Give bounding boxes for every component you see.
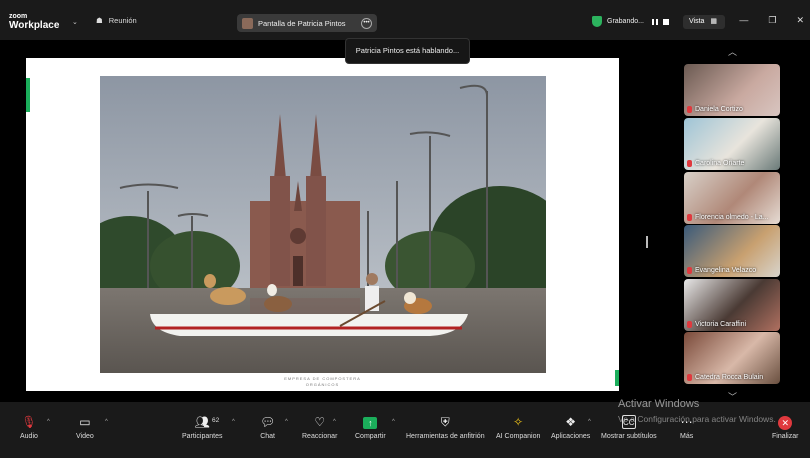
- host-tools-button[interactable]: ⛨ Herramientas de anfitrión: [406, 415, 485, 440]
- apps-label: Aplicaciones: [551, 433, 591, 440]
- video-button[interactable]: ▭ Video: [76, 415, 94, 440]
- recording-label: Grabando...: [607, 18, 644, 25]
- mic-muted-icon: [687, 106, 692, 113]
- view-label: Vista: [689, 18, 705, 25]
- brand-bottom: Workplace: [9, 20, 60, 31]
- share-options-caret[interactable]: ^: [392, 419, 395, 425]
- mic-muted-icon: 🎙︎: [21, 415, 37, 429]
- slide-accent-left: [26, 78, 30, 112]
- participant-count: 62: [212, 417, 220, 424]
- participants-label: Participantes: [182, 433, 223, 440]
- participant-name: Daniela Cortizo: [687, 106, 743, 113]
- pause-recording-icon[interactable]: [651, 18, 658, 25]
- chat-label: Chat: [260, 433, 276, 440]
- react-options-caret[interactable]: ^: [333, 419, 336, 425]
- participant-tile[interactable]: Carolina Oñarte: [684, 118, 780, 170]
- top-bar: zoom Workplace ⌄ ☗ Reunión Pantalla de P…: [0, 0, 810, 40]
- apps-options-caret[interactable]: ^: [588, 419, 591, 425]
- brand-top: zoom: [9, 13, 28, 20]
- host-tools-label: Herramientas de anfitrión: [406, 433, 485, 440]
- people-icon: ☗: [96, 16, 103, 25]
- view-button[interactable]: Vista ▦: [683, 15, 725, 29]
- chat-options-caret[interactable]: ^: [285, 419, 288, 425]
- speaking-tooltip: Patricia Pintos está hablando...: [345, 38, 470, 64]
- share-label: Compartir: [355, 433, 386, 440]
- ai-companion-button[interactable]: ✧ AI Companion: [496, 415, 540, 440]
- chat-icon: 💬︎: [260, 415, 276, 429]
- participant-name: Catedra Rocca Bulain: [687, 374, 763, 381]
- security-shield-icon[interactable]: [592, 16, 602, 27]
- restore-icon[interactable]: ❐: [768, 15, 776, 26]
- participant-name: Evangelina Velazco: [687, 267, 756, 274]
- slide-caption: EMPRESA DE COMPOSTERA ORGÁNICOS: [26, 376, 619, 388]
- participant-name: Carolina Oñarte: [687, 160, 744, 167]
- end-meeting-button[interactable]: ✕ Finalizar: [772, 415, 798, 440]
- mic-muted-icon: [687, 267, 692, 274]
- participants-options-caret[interactable]: ^: [232, 419, 235, 425]
- apps-button[interactable]: ❖ Aplicaciones: [551, 415, 590, 440]
- captions-label: Mostrar subtítulos: [601, 433, 657, 440]
- video-options-caret[interactable]: ^: [105, 419, 108, 425]
- react-label: Reaccionar: [302, 433, 338, 440]
- panel-resize-handle[interactable]: [646, 236, 648, 248]
- participant-tile[interactable]: Florencia olmedo - La...: [684, 172, 780, 224]
- more-options-icon[interactable]: •••: [361, 17, 372, 29]
- share-screen-button[interactable]: ↑ Compartir: [355, 415, 386, 440]
- flooded-cathedral-photo: [100, 76, 546, 373]
- video-label: Video: [76, 433, 94, 440]
- grid-icon: ▦: [710, 18, 718, 25]
- shared-screen: EMPRESA DE COMPOSTERA ORGÁNICOS: [0, 40, 640, 402]
- apps-icon: ❖: [565, 415, 577, 429]
- participant-name: Florencia olmedo - La...: [687, 214, 769, 221]
- video-camera-icon: ▭: [79, 415, 91, 429]
- participant-tile[interactable]: Daniela Cortizo: [684, 64, 780, 116]
- participant-tile[interactable]: Victoria Caraffini: [684, 279, 780, 331]
- participant-tile[interactable]: Evangelina Velazco: [684, 225, 780, 277]
- participant-tile[interactable]: Catedra Rocca Bulain: [684, 332, 780, 384]
- audio-button[interactable]: 🎙︎ Audio: [20, 415, 38, 440]
- presentation-slide: EMPRESA DE COMPOSTERA ORGÁNICOS: [26, 58, 619, 391]
- audio-label: Audio: [20, 433, 38, 440]
- share-label: Pantalla de Patricia Pintos: [258, 18, 346, 28]
- minimize-icon[interactable]: —: [739, 15, 748, 26]
- end-label: Finalizar: [772, 433, 799, 440]
- audio-options-caret[interactable]: ^: [47, 419, 50, 425]
- avatar: [242, 17, 253, 29]
- recording-indicator: Grabando...: [592, 16, 669, 27]
- ai-companion-label: AI Companion: [496, 433, 541, 440]
- meeting-info-button[interactable]: ☗ Reunión: [96, 16, 137, 25]
- share-screen-icon: ↑: [355, 415, 386, 429]
- chat-button[interactable]: 💬︎ Chat: [260, 415, 275, 440]
- stop-recording-icon[interactable]: [662, 18, 669, 25]
- activation-watermark-title: Activar Windows: [618, 398, 700, 410]
- mic-muted-icon: [687, 160, 692, 167]
- meeting-toolbar: 🎙︎ Audio ^ ▭ Video ^ 👥︎ Participantes 62…: [0, 402, 810, 458]
- zoom-workplace-logo[interactable]: zoom Workplace: [9, 13, 59, 31]
- scroll-up-icon[interactable]: ︿: [728, 45, 737, 58]
- participant-name: Victoria Caraffini: [687, 321, 746, 328]
- meeting-label: Reunión: [108, 16, 137, 25]
- activation-watermark-subtitle: Ve a Configuración para activar Windows.: [618, 414, 776, 424]
- window-controls: — ❐ ✕: [739, 15, 804, 26]
- chevron-down-icon[interactable]: ⌄: [72, 18, 78, 26]
- sparkle-icon: ✧: [513, 415, 524, 429]
- caption-line-2: ORGÁNICOS: [305, 382, 340, 387]
- screen-share-indicator[interactable]: Pantalla de Patricia Pintos •••: [237, 14, 377, 32]
- shield-icon: ⛨: [440, 415, 450, 429]
- mic-muted-icon: [687, 374, 692, 381]
- close-icon[interactable]: ✕: [796, 15, 804, 26]
- mic-muted-icon: [687, 321, 692, 328]
- participant-gallery: ︿ Daniela Cortizo Carolina Oñarte Floren…: [646, 40, 810, 402]
- more-label: Más: [680, 433, 694, 440]
- end-icon: ✕: [772, 415, 798, 430]
- mic-muted-icon: [687, 214, 692, 221]
